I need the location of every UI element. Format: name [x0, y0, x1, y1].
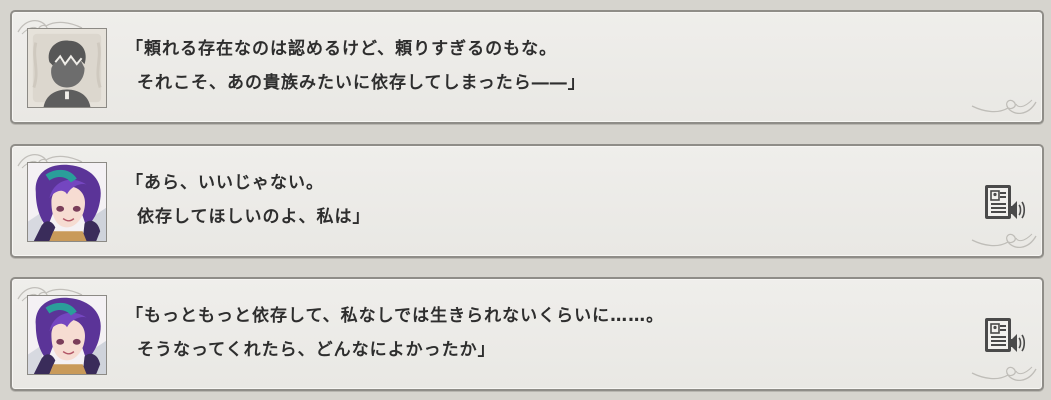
voice-replay-icon: [985, 185, 1026, 219]
dialogue-text: 「あら、いいじゃない。 依存してほしいのよ、私は」: [126, 166, 966, 234]
dialogue-line: 「もっともっと依存して、私なしでは生きられないくらいに……。: [126, 306, 665, 326]
backlog-list: 「頼れる存在なのは認めるけど、頼りすぎるのもな。 それこそ、あの貴族みたいに依存…: [0, 0, 1051, 400]
backlog-entry: 「あら、いいじゃない。 依存してほしいのよ、私は」: [10, 144, 1044, 258]
purple-haired-girl-avatar: [27, 162, 107, 242]
dialogue-text: 「頼れる存在なのは認めるけど、頼りすぎるのもな。 それこそ、あの貴族みたいに依存…: [126, 32, 966, 100]
dialogue-line: 「頼れる存在なのは認めるけど、頼りすぎるのもな。: [126, 39, 558, 59]
corner-ornament: [971, 233, 1037, 249]
corner-ornament: [971, 99, 1037, 115]
purple-haired-girl-avatar: [27, 295, 107, 375]
backlog-entry: 「もっともっと依存して、私なしでは生きられないくらいに……。 そうなってくれたら…: [10, 277, 1044, 391]
voice-replay-icon: [985, 318, 1026, 352]
voice-replay-button[interactable]: [984, 184, 1026, 222]
dialogue-line: それこそ、あの貴族みたいに依存してしまったら――」: [137, 73, 586, 93]
dialogue-line: 依存してほしいのよ、私は」: [137, 207, 371, 227]
corner-ornament: [971, 366, 1037, 382]
backlog-entry: 「頼れる存在なのは認めるけど、頼りすぎるのもな。 それこそ、あの貴族みたいに依存…: [10, 10, 1044, 124]
dialogue-text: 「もっともっと依存して、私なしでは生きられないくらいに……。 そうなってくれたら…: [126, 299, 966, 367]
voice-replay-button[interactable]: [984, 317, 1026, 355]
silhouette-avatar: [27, 28, 107, 108]
dialogue-line: 「あら、いいじゃない。: [126, 173, 324, 193]
dialogue-line: そうなってくれたら、どんなによかったか」: [137, 340, 496, 360]
